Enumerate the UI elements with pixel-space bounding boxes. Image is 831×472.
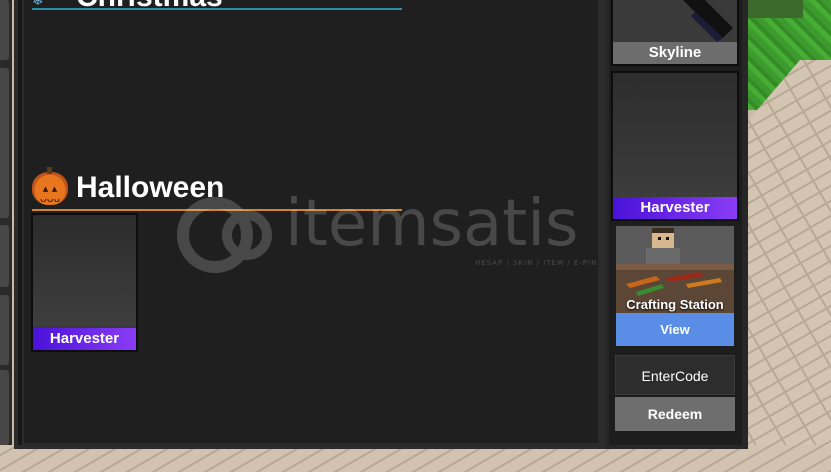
skyline-knife-thumbnail [613,0,737,42]
redeem-button[interactable]: Redeem [615,397,735,431]
toolbar-tab[interactable] [0,370,9,445]
halloween-section-title: Halloween [76,171,225,204]
sidebar-item-card[interactable]: Skyline [611,0,739,66]
snowflake-icon: ❄ [32,0,44,9]
item-name-label: Skyline [613,42,737,64]
item-thumbnail [33,215,136,326]
halloween-underline [32,209,402,211]
hedge-block [748,0,803,18]
toolbar-tab[interactable] [0,68,9,218]
brick-pavement-bottom [0,445,831,472]
toolbar-tab[interactable] [0,225,9,287]
christmas-underline [32,8,402,10]
crafting-station-card[interactable]: Crafting Station [616,226,734,314]
code-input[interactable]: EnterCode [615,355,735,395]
sidebar-item-card[interactable]: Harvester [611,71,739,221]
crafting-station-title: Crafting Station [626,297,724,312]
toolbar-tab[interactable] [0,295,9,365]
toolbar-tab[interactable] [0,0,9,60]
item-thumbnail [613,73,737,197]
view-button[interactable]: View [616,313,734,346]
left-toolbar [0,0,12,445]
item-name-label: Harvester [33,328,136,350]
panel-divider [18,0,22,445]
inventory-item-card[interactable]: Harvester [31,213,138,352]
knife-icon [683,0,733,42]
pumpkin-icon: ▴ ▴ ᴗᴗᴗ [32,167,68,205]
item-name-label: Harvester [613,197,737,219]
brick-pavement [740,60,831,472]
christmas-section-title: Christmas [76,0,223,14]
